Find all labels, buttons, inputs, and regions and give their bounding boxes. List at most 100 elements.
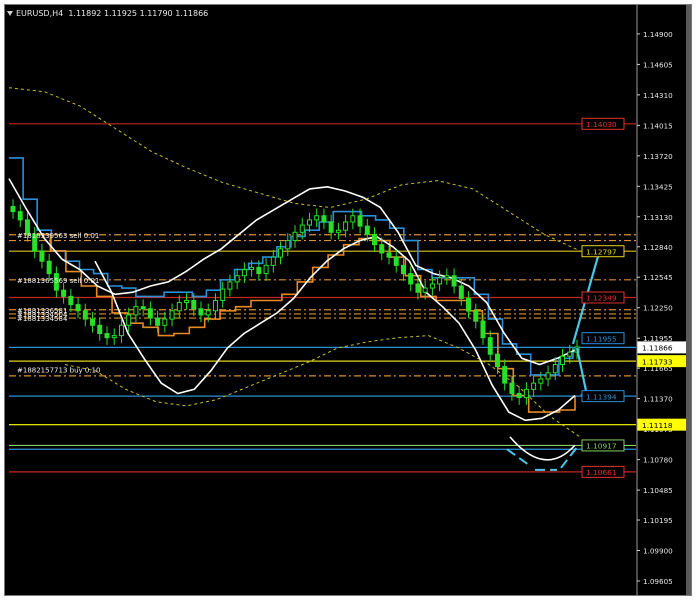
price-label: 1.11733 bbox=[642, 357, 673, 366]
candle-body bbox=[278, 248, 284, 258]
candle-body bbox=[552, 364, 558, 374]
candle-body bbox=[104, 333, 110, 339]
candle-body bbox=[249, 266, 255, 270]
candle-body bbox=[241, 268, 247, 277]
candle-body bbox=[162, 318, 168, 326]
envelope-line bbox=[64, 335, 581, 438]
candle-body bbox=[68, 295, 74, 306]
price-label: 1.11955 bbox=[586, 334, 617, 343]
candle-body bbox=[82, 310, 88, 320]
y-tick-label: 1.10195 bbox=[643, 516, 673, 525]
candle-body bbox=[473, 310, 479, 322]
arrow-down bbox=[575, 347, 589, 396]
candle-body bbox=[133, 306, 139, 316]
candle-body bbox=[509, 382, 515, 394]
candle-body bbox=[364, 225, 370, 235]
order-label: #1882157713 buy 0.10 bbox=[17, 367, 100, 375]
candle-body bbox=[17, 211, 23, 221]
candle-body bbox=[111, 335, 117, 339]
candle-body bbox=[140, 306, 146, 310]
price-label: 1.11394 bbox=[586, 392, 617, 401]
candle-body bbox=[350, 215, 356, 223]
candle-body bbox=[386, 252, 392, 258]
price-label: 1.12797 bbox=[586, 247, 617, 256]
candle-body bbox=[205, 310, 211, 316]
price-label: 1.11866 bbox=[642, 344, 673, 353]
candle-body bbox=[46, 260, 52, 275]
candle-body bbox=[408, 273, 414, 285]
candle-body bbox=[270, 256, 276, 266]
candle-body bbox=[314, 215, 320, 221]
candle-body bbox=[429, 283, 435, 289]
y-tick-label: 1.14605 bbox=[643, 60, 673, 69]
candle-body bbox=[372, 233, 378, 246]
ohlc-values: 1.11892 1.11925 1.11790 1.11866 bbox=[68, 9, 209, 18]
candle-body bbox=[538, 378, 544, 384]
y-tick-label: 1.11370 bbox=[643, 395, 673, 404]
candle-body bbox=[220, 288, 226, 301]
candle-body bbox=[256, 266, 262, 275]
candle-body bbox=[516, 392, 522, 399]
price-label: 1.10917 bbox=[586, 442, 617, 451]
candle-body bbox=[75, 304, 81, 312]
y-tick-label: 1.13720 bbox=[643, 152, 673, 161]
step-line bbox=[35, 233, 576, 413]
candle-body bbox=[437, 277, 443, 285]
candle-body bbox=[451, 275, 457, 287]
y-tick-label: 1.13130 bbox=[643, 213, 673, 222]
candle-body bbox=[61, 289, 67, 297]
candle-body bbox=[487, 337, 493, 355]
candle-body bbox=[198, 308, 204, 316]
candle-body bbox=[379, 244, 385, 254]
candle-body bbox=[422, 287, 428, 293]
y-tick-label: 1.13425 bbox=[643, 182, 673, 191]
candle-body bbox=[321, 215, 327, 223]
candle-body bbox=[155, 317, 161, 326]
candle-body bbox=[10, 205, 16, 213]
candle-body bbox=[444, 275, 450, 279]
candle-body bbox=[531, 382, 537, 390]
price-label: 1.14030 bbox=[586, 120, 617, 129]
order-label: #1881334584 bbox=[17, 315, 68, 323]
candle-body bbox=[415, 283, 421, 293]
price-chart[interactable]: #1818339563 sell 0.01 #1881365569 sell 0.… bbox=[5, 5, 692, 596]
candle-body bbox=[466, 297, 472, 312]
candle-body bbox=[343, 221, 349, 231]
price-label: 1.10661 bbox=[586, 468, 617, 477]
candle-body bbox=[523, 388, 529, 399]
y-tick-label: 1.14900 bbox=[643, 30, 673, 39]
scrollbar[interactable] bbox=[686, 5, 691, 595]
candle-body bbox=[169, 310, 175, 320]
y-tick-label: 1.12250 bbox=[643, 304, 673, 313]
y-tick-label: 1.09605 bbox=[643, 577, 673, 586]
candle-body bbox=[480, 320, 486, 339]
symbol-label: EURUSD,H4 bbox=[16, 9, 64, 18]
candle-body bbox=[545, 372, 551, 380]
candle-body bbox=[263, 264, 269, 275]
candle-body bbox=[400, 264, 406, 275]
y-tick-label: 1.10780 bbox=[643, 456, 673, 465]
price-label: 1.12349 bbox=[586, 294, 617, 303]
candle-body bbox=[191, 299, 197, 310]
candle-body bbox=[292, 231, 298, 242]
candle-body bbox=[567, 351, 573, 357]
order-label: #1881365569 sell 0.01 bbox=[17, 277, 99, 285]
candle-body bbox=[357, 215, 363, 227]
candle-body bbox=[147, 308, 153, 319]
y-tick-label: 1.10485 bbox=[643, 486, 673, 495]
candle-body bbox=[90, 318, 96, 326]
candle-body bbox=[227, 281, 233, 290]
chart-window: #1818339563 sell 0.01 #1881365569 sell 0.… bbox=[4, 4, 692, 596]
candle-body bbox=[494, 353, 500, 368]
chevron-down-icon[interactable] bbox=[7, 11, 13, 16]
chart-title-bar: EURUSD,H4 1.11892 1.11925 1.11790 1.1186… bbox=[7, 7, 208, 21]
candle-body bbox=[118, 324, 124, 337]
candle-body bbox=[39, 250, 45, 262]
candle-body bbox=[285, 240, 291, 250]
order-label: #1818339563 sell 0.01 bbox=[17, 232, 99, 240]
projection-arc bbox=[509, 436, 576, 461]
candle-body bbox=[176, 302, 182, 312]
candle-body bbox=[126, 314, 132, 326]
candle-body bbox=[335, 229, 341, 233]
candle-body bbox=[328, 221, 334, 233]
